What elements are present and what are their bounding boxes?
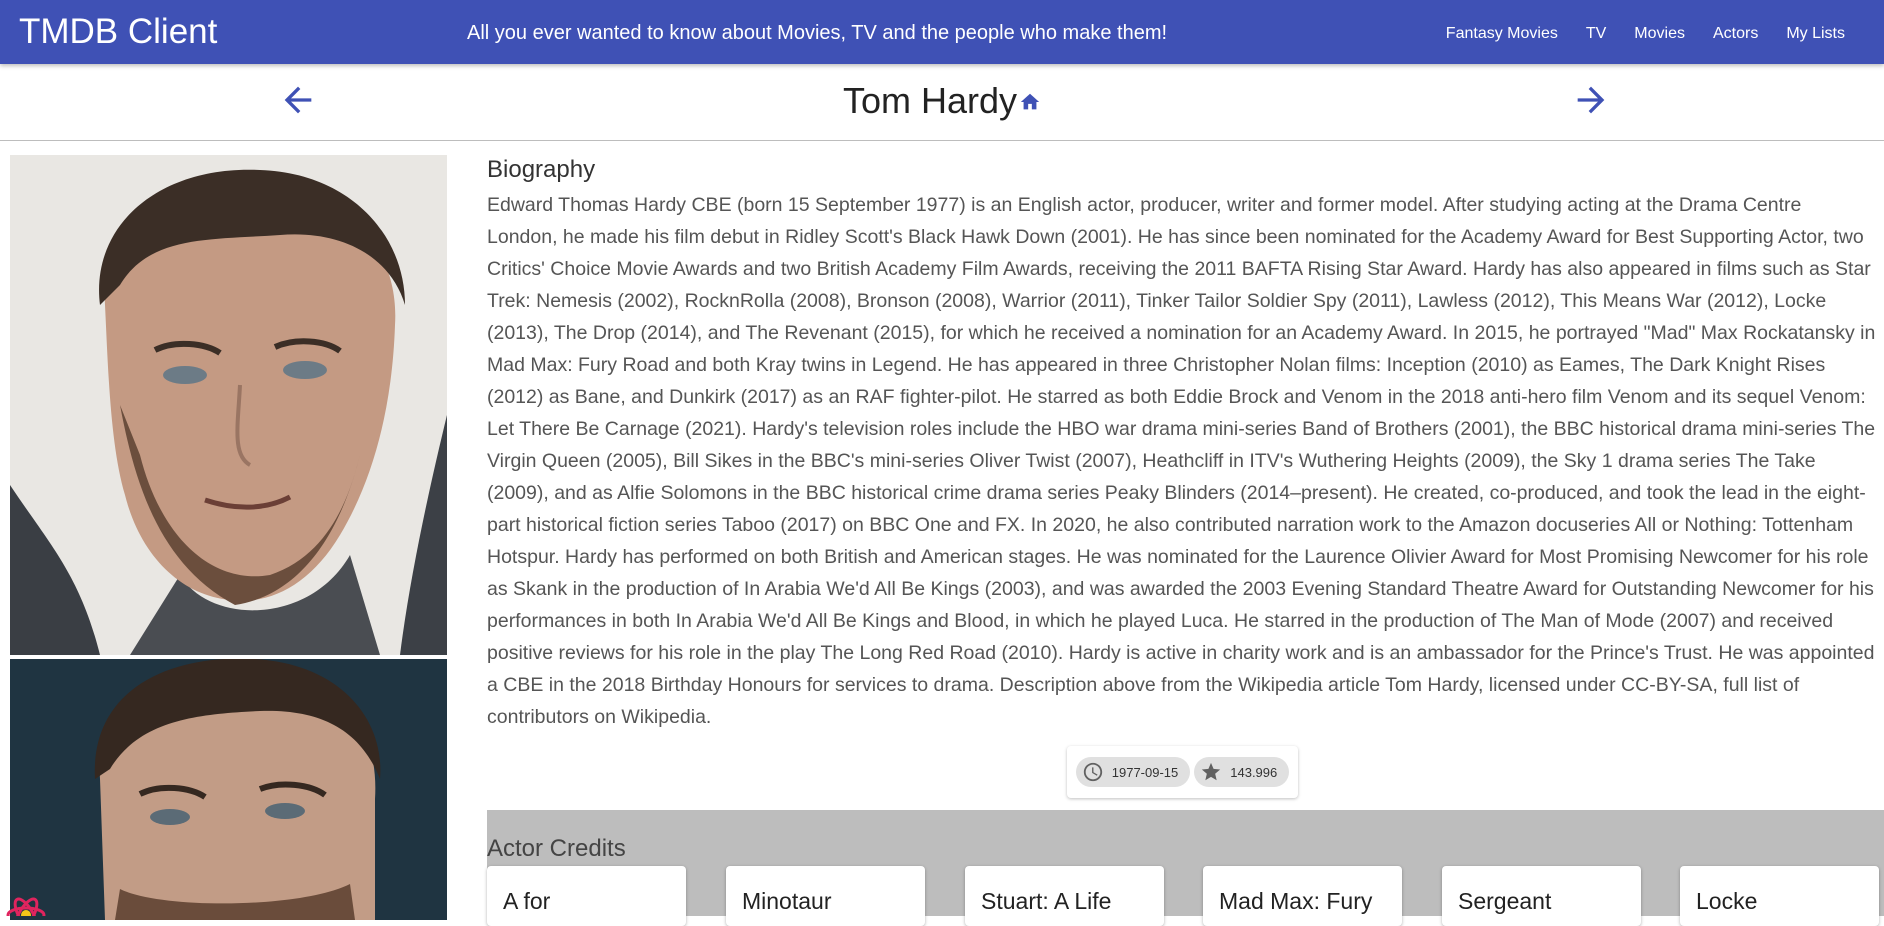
page-title: Tom Hardy [842,80,1018,121]
biography-text: Edward Thomas Hardy CBE (born 15 Septemb… [487,194,1876,728]
app-tagline: All you ever wanted to know about Movies… [467,22,1168,44]
nav-movies[interactable]: Movies [1620,22,1699,46]
credit-title: Locke [1696,888,1758,914]
credit-card[interactable]: Locke [1680,866,1879,926]
main-nav: Fantasy Movies TV Movies Actors My Lists [1432,22,1859,46]
credit-card[interactable]: Stuart: A Life [965,866,1164,926]
credit-title: Mad Max: Fury [1219,888,1373,914]
credit-card[interactable]: Minotaur [726,866,925,926]
nav-fantasy-movies[interactable]: Fantasy Movies [1432,22,1572,46]
actor-credits-section: Actor Credits A for Minotaur Stuart: A L… [487,810,1884,926]
credit-title: A for [503,888,551,914]
biography-heading: Biography [487,156,596,183]
actor-portrait-2 [10,659,447,920]
actor-photos [10,155,447,920]
biography-section: Biography Edward Thomas Hardy CBE (born … [487,155,1877,733]
credit-title: Minotaur [742,888,832,914]
credit-card[interactable]: Mad Max: Fury [1203,866,1402,926]
birthday-chip: 1977-09-15 [1075,757,1191,787]
nav-my-lists[interactable]: My Lists [1772,22,1859,46]
actor-credits-heading: Actor Credits [487,835,626,862]
popularity-value: 143.996 [1230,764,1278,780]
nav-actors[interactable]: Actors [1699,22,1772,46]
credit-title: Stuart: A Life [981,888,1112,914]
birthday-value: 1977-09-15 [1111,764,1179,780]
home-icon[interactable] [1019,91,1041,113]
star-icon [1200,761,1222,783]
arrow-forward-icon[interactable] [1571,80,1611,120]
actor-stats-card: 1977-09-15 143.996 [1067,746,1298,798]
nav-tv[interactable]: TV [1572,22,1620,46]
clock-icon [1082,761,1104,783]
credit-title: Sergeant [1458,888,1552,914]
credit-card[interactable]: A for [487,866,686,926]
actor-portrait-1 [10,155,447,655]
app-brand[interactable]: TMDB Client [19,12,217,52]
credit-card[interactable]: Sergeant [1442,866,1641,926]
react-devtools-icon[interactable] [6,893,50,916]
popularity-chip: 143.996 [1194,757,1290,787]
app-bar: TMDB Client All you ever wanted to know … [0,0,1884,64]
page-header: Tom Hardy [0,64,1884,141]
